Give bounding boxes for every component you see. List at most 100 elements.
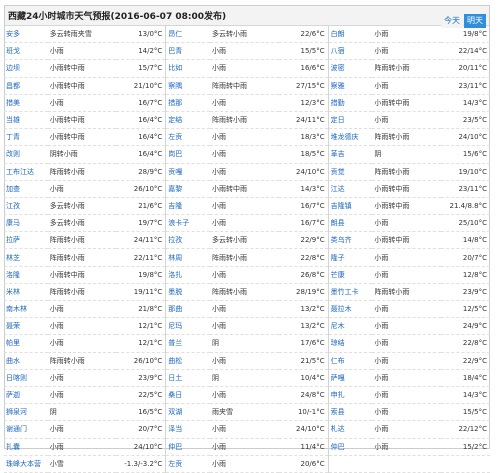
city-link[interactable]: 朗县: [328, 214, 373, 233]
city-link[interactable]: 泽当: [165, 420, 211, 439]
city-link[interactable]: 珠峰大本营: [4, 455, 48, 473]
city-link[interactable]: 普兰: [165, 334, 211, 353]
temperature-text: 25/10°C: [441, 214, 490, 233]
weather-text: 小雨: [210, 145, 279, 164]
weather-text: 小雨: [210, 420, 279, 439]
city-link[interactable]: 隆子: [328, 248, 373, 267]
city-link[interactable]: 日喀则: [4, 369, 48, 387]
city-link[interactable]: 左贡: [165, 128, 211, 147]
city-link[interactable]: 狮泉河: [4, 403, 48, 422]
city-link[interactable]: 札达: [328, 420, 373, 439]
city-link[interactable]: 江达: [328, 180, 373, 198]
city-link[interactable]: 帕里: [4, 334, 48, 353]
temperature-text: 22/11°C: [116, 248, 167, 267]
city-link[interactable]: 申扎: [328, 386, 373, 405]
city-link[interactable]: 仁布: [328, 352, 373, 370]
temperature-text: 16/7°C: [116, 94, 167, 112]
temperature-text: 24/9°C: [441, 317, 490, 336]
city-link[interactable]: 加查: [4, 180, 48, 198]
city-link[interactable]: 日土: [165, 369, 211, 387]
city-link[interactable]: 边坝: [4, 59, 48, 78]
city-link[interactable]: 岗巴: [165, 145, 211, 164]
city-link[interactable]: 芒康: [328, 266, 373, 284]
city-link[interactable]: 林周: [165, 248, 211, 267]
city-link[interactable]: 曲松: [165, 352, 211, 370]
city-link[interactable]: 谢通门: [4, 420, 48, 439]
city-link[interactable]: 聂荣: [4, 317, 48, 336]
temperature-text: 16/6°C: [278, 59, 329, 78]
city-link[interactable]: 那曲: [165, 300, 211, 319]
city-link[interactable]: 琼结: [328, 334, 373, 353]
temperature-text: 12/3°C: [278, 94, 329, 112]
city-link[interactable]: 昂仁: [165, 26, 211, 44]
temperature-text: -1.3/-3.2°C: [116, 455, 167, 473]
city-link[interactable]: 嘉黎: [165, 180, 211, 198]
city-link[interactable]: 革吉: [328, 145, 373, 164]
city-link[interactable]: 南木林: [4, 300, 48, 319]
city-link[interactable]: 改则: [4, 145, 48, 164]
city-link[interactable]: 拉孜: [165, 231, 211, 250]
temperature-text: 14/3°C: [278, 180, 329, 198]
city-link[interactable]: 白朗: [328, 26, 373, 44]
weather-text: 阴: [210, 369, 279, 387]
temperature-text: 22/14°C: [441, 42, 490, 61]
city-link[interactable]: 措美: [4, 94, 48, 112]
weather-text: 小雨: [47, 334, 117, 353]
city-link[interactable]: 曲水: [4, 352, 48, 370]
city-link[interactable]: 工布江达: [4, 163, 48, 181]
city-link[interactable]: 林芝: [4, 248, 48, 267]
city-link[interactable]: 康马: [4, 214, 48, 233]
city-link[interactable]: 安多: [4, 26, 48, 44]
weather-text: 小雨转中雨: [47, 266, 117, 284]
city-link[interactable]: 吉隆: [165, 197, 211, 216]
city-link[interactable]: 拉萨: [4, 231, 48, 250]
city-link[interactable]: 萨嘎: [328, 369, 373, 387]
city-link: [328, 455, 373, 473]
city-link[interactable]: 双湖: [165, 403, 211, 422]
city-link[interactable]: 察隅: [165, 77, 211, 95]
city-link[interactable]: 墨竹工卡: [328, 283, 373, 302]
temperature-text: 22/6°C: [278, 26, 329, 44]
city-link[interactable]: 江孜: [4, 197, 48, 216]
city-link[interactable]: 定日: [328, 111, 373, 130]
city-link[interactable]: 洛扎: [165, 266, 211, 284]
city-link[interactable]: 米林: [4, 283, 48, 302]
city-link[interactable]: 桑日: [165, 386, 211, 405]
city-link[interactable]: 比如: [165, 59, 211, 78]
city-link[interactable]: 丁青: [4, 128, 48, 147]
city-link[interactable]: 萨迦: [4, 386, 48, 405]
city-link[interactable]: 索县: [328, 403, 373, 422]
temperature-text: 28/19°C: [278, 283, 329, 302]
city-link[interactable]: 尼玛: [165, 317, 211, 336]
weather-text: 小雨转中雨: [372, 231, 441, 250]
city-link[interactable]: 类乌齐: [328, 231, 373, 250]
city-link[interactable]: 吉隆镇: [328, 197, 373, 216]
weather-text: 小雨: [372, 403, 441, 422]
temperature-text: 16/4°C: [116, 111, 167, 130]
city-link[interactable]: 巴青: [165, 42, 211, 61]
city-link[interactable]: 尼木: [328, 317, 373, 336]
weather-text: 小雨: [47, 180, 117, 198]
city-link[interactable]: 八宿: [328, 42, 373, 61]
city-link[interactable]: 当雄: [4, 111, 48, 130]
city-link[interactable]: 贡嘎: [165, 163, 211, 181]
city-link[interactable]: 洛隆: [4, 266, 48, 284]
city-link[interactable]: 察雅: [328, 77, 373, 95]
city-link[interactable]: 昌都: [4, 77, 48, 95]
city-link[interactable]: 班戈: [4, 42, 48, 61]
temperature-text: 24/10°C: [278, 163, 329, 181]
forecast-table: 安多 多云转雨夹雪 13/0°C 昂仁 多云转小雨 22/6°C 白朗 小雨 19/8°C 班戈小…: [4, 26, 490, 473]
temperature-text: 28/9°C: [116, 163, 167, 181]
city-link[interactable]: 贡觉: [328, 163, 373, 181]
table-row: 改则 阴转小雨 16/4°C 岗巴 小雨 18/5°C 革吉阴 15/6°C: [4, 145, 490, 164]
city-link[interactable]: 措勤: [328, 94, 373, 112]
city-link[interactable]: 措那: [165, 94, 211, 112]
temperature-text: 21/5°C: [278, 352, 329, 370]
city-link[interactable]: 波密: [328, 59, 373, 78]
city-link[interactable]: 左贡: [165, 455, 211, 473]
city-link[interactable]: 聂拉木: [328, 300, 373, 319]
city-link[interactable]: 定结: [165, 111, 211, 130]
city-link[interactable]: 墨脱: [165, 283, 211, 302]
city-link[interactable]: 浪卡子: [165, 214, 211, 233]
city-link[interactable]: 堆龙德庆: [328, 128, 373, 147]
